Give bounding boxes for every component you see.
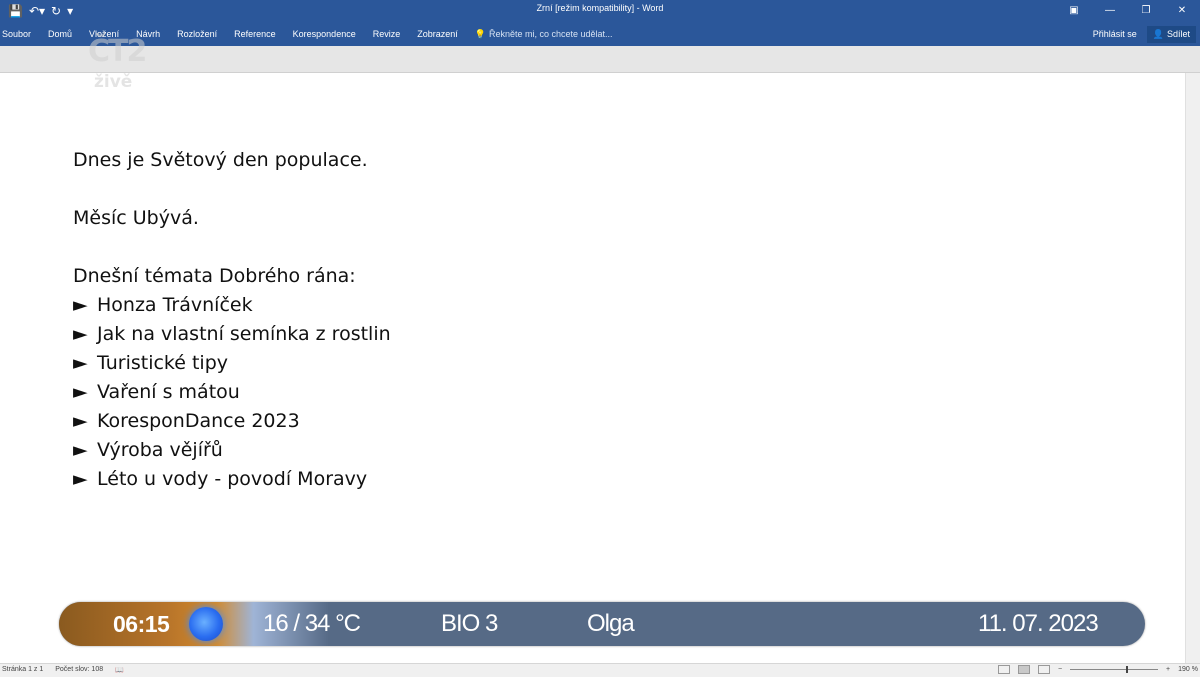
logo-mark: ČT2 — [88, 34, 147, 69]
topic-text: Výroba vějířů — [97, 439, 223, 461]
topic-text: Honza Trávníček — [97, 294, 253, 316]
paragraph-topics-heading: Dnešní témata Dobrého rána: — [73, 265, 356, 287]
list-item: ► Vaření s mátou — [73, 378, 391, 407]
lightbulb-icon: 💡 — [474, 28, 486, 39]
topic-text: Jak na vlastní semínka z rostlin — [97, 323, 391, 345]
title-bar: 💾 ↶▾ ↻ ▾ Zrní [režim kompatibility] - Wo… — [0, 0, 1200, 22]
ribbon-account-area: Přihlásit se 👤 Sdílet — [1093, 24, 1196, 44]
ribbon-display-options-button[interactable]: ▣ — [1056, 0, 1092, 22]
zoom-level[interactable]: 190 % — [1178, 666, 1198, 673]
tab-korespondence[interactable]: Korespondence — [293, 29, 356, 39]
tab-revize[interactable]: Revize — [373, 29, 401, 39]
status-left: Stránka 1 z 1 Počet slov: 108 📖 — [2, 666, 124, 674]
tab-soubor[interactable]: Soubor — [2, 29, 31, 39]
ribbon: Soubor Domů Vložení Návrh Rozložení Refe… — [0, 22, 1200, 46]
person-icon: 👤 — [1152, 28, 1164, 39]
topic-text: Léto u vody - povodí Moravy — [97, 468, 368, 490]
bullet-arrow: ► — [73, 410, 88, 432]
share-label: Sdílet — [1166, 29, 1190, 39]
list-item: ► KoresponDance 2023 — [73, 407, 391, 436]
tell-me-box[interactable]: 💡 Řekněte mi, co chcete udělat... — [475, 29, 613, 40]
window-controls: ▣ — ❐ ✕ — [1056, 0, 1200, 22]
bio-index: BIO 3 — [441, 610, 498, 637]
zoom-in-button[interactable]: + — [1166, 666, 1170, 673]
tell-me-text: Řekněte mi, co chcete udělat... — [488, 29, 613, 39]
topic-text: KoresponDance 2023 — [97, 410, 300, 432]
bullet-arrow: ► — [73, 439, 88, 461]
bullet-arrow: ► — [73, 381, 88, 403]
empty-line — [73, 233, 391, 262]
list-item: ► Turistické tipy — [73, 349, 391, 378]
logo-live-label: živě — [94, 72, 133, 92]
list-item: ► Léto u vody - povodí Moravy — [73, 465, 391, 494]
clock-time: 06:15 — [113, 611, 170, 637]
name-day: Olga — [587, 610, 635, 637]
bullet-arrow: ► — [73, 352, 88, 374]
read-mode-button[interactable] — [997, 665, 1010, 674]
minimize-button[interactable]: — — [1092, 0, 1128, 22]
restore-button[interactable]: ❐ — [1128, 0, 1164, 22]
empty-line — [73, 175, 391, 204]
tv-info-bar: 06:15 16 / 34 °C BIO 3 Olga 11. 07. 2023 — [59, 602, 1145, 646]
share-button[interactable]: 👤 Sdílet — [1146, 25, 1196, 43]
web-layout-button[interactable] — [1037, 665, 1050, 674]
tab-rozlozeni[interactable]: Rozložení — [177, 29, 217, 39]
bullet-arrow: ► — [73, 468, 88, 490]
zoom-out-button[interactable]: − — [1058, 666, 1062, 673]
paragraph-world-day: Dnes je Světový den populace. — [73, 149, 368, 171]
bullet-arrow: ► — [73, 294, 88, 316]
broadcaster-logo: ČT2 živě — [88, 34, 172, 96]
tab-zobrazeni[interactable]: Zobrazení — [417, 29, 458, 39]
status-right: − + 190 % — [997, 665, 1198, 674]
topic-text: Vaření s mátou — [97, 381, 240, 403]
page-count[interactable]: Stránka 1 z 1 — [2, 666, 43, 674]
date: 11. 07. 2023 — [978, 610, 1099, 637]
vertical-scrollbar[interactable] — [1185, 73, 1200, 663]
document-body: Dnes je Světový den populace. Měsíc Ubýv… — [73, 146, 391, 494]
proofing-icon[interactable]: 📖 — [115, 666, 124, 674]
topic-text: Turistické tipy — [97, 352, 229, 374]
sign-in-link[interactable]: Přihlásit se — [1093, 29, 1137, 39]
status-bar: Stránka 1 z 1 Počet slov: 108 📖 − + 190 … — [0, 663, 1200, 677]
tab-reference[interactable]: Reference — [234, 29, 276, 39]
word-count[interactable]: Počet slov: 108 — [55, 666, 103, 674]
ribbon-collapsed-strip — [0, 46, 1200, 73]
list-item: ► Jak na vlastní semínka z rostlin — [73, 320, 391, 349]
paragraph-moon: Měsíc Ubývá. — [73, 207, 199, 229]
list-item: ► Honza Trávníček — [73, 291, 391, 320]
zoom-slider[interactable] — [1070, 666, 1159, 673]
close-button[interactable]: ✕ — [1164, 0, 1200, 22]
document-title: Zrní [režim kompatibility] - Word — [536, 3, 664, 13]
tab-domu[interactable]: Domů — [48, 29, 72, 39]
print-layout-button[interactable] — [1017, 665, 1030, 674]
temperature: 16 / 34 °C — [263, 610, 361, 637]
list-item: ► Výroba vějířů — [73, 436, 391, 465]
sun-icon — [189, 607, 223, 641]
bullet-arrow: ► — [73, 323, 88, 345]
zoom-slider-thumb[interactable] — [1126, 666, 1129, 673]
